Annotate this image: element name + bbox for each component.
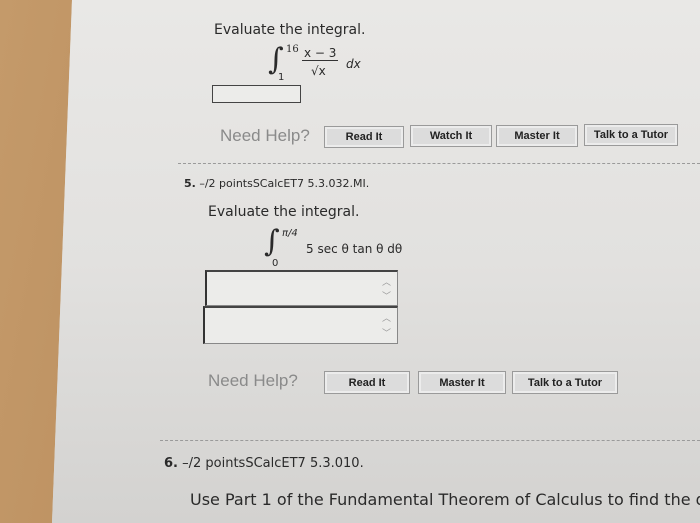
q5-header: 5. –/2 pointsSCalcET7 5.3.032.MI. <box>184 177 369 190</box>
q5-master-it-button[interactable]: Master It <box>418 371 506 394</box>
q4-talk-to-tutor-button[interactable]: Talk to a Tutor <box>584 124 678 146</box>
q5-answer-select-1[interactable]: ︿ ﹀ <box>205 270 398 306</box>
q4-watch-it-button[interactable]: Watch It <box>410 125 492 147</box>
q5-talk-to-tutor-button[interactable]: Talk to a Tutor <box>512 371 618 394</box>
q6-number: 6. <box>164 456 178 471</box>
q6-prompt: Use Part 1 of the Fundamental Theorem of… <box>190 490 700 509</box>
q5-points: –/2 pointsSCalcET7 5.3.032.MI. <box>199 177 370 190</box>
q6-header: 6. –/2 pointsSCalcET7 5.3.010. <box>164 456 364 471</box>
q5-number: 5. <box>184 177 196 190</box>
chevron-down-icon: ﹀ <box>381 329 391 339</box>
q4-need-help: Need Help? <box>220 126 310 145</box>
q4-differential: dx <box>346 57 361 71</box>
divider <box>160 440 700 441</box>
chevron-down-icon: ﹀ <box>381 292 391 302</box>
q4-upper-limit: 16 <box>286 44 299 55</box>
q5-lower-limit: 0 <box>272 258 279 269</box>
q4-prompt: Evaluate the integral. <box>214 22 366 38</box>
q6-points: –/2 pointsSCalcET7 5.3.010. <box>182 456 364 471</box>
q5-read-it-button[interactable]: Read It <box>324 371 410 394</box>
q5-integrand: 5 sec θ tan θ dθ <box>306 242 403 256</box>
integral-sign: ∫ <box>264 224 280 259</box>
chevron-up-icon: ︿ <box>381 314 391 324</box>
q4-lower-limit: 1 <box>278 72 285 83</box>
q4-numerator: x − 3 <box>302 46 339 61</box>
q4-read-it-button[interactable]: Read It <box>324 126 404 148</box>
q4-answer-input[interactable] <box>212 85 301 103</box>
q5-answer-select-2[interactable]: ︿ ﹀ <box>203 306 398 344</box>
divider <box>178 163 700 164</box>
chevron-up-icon: ︿ <box>381 278 391 288</box>
q4-denominator: √x <box>311 64 326 78</box>
printed-page <box>52 0 700 523</box>
q5-prompt: Evaluate the integral. <box>208 204 360 220</box>
q4-master-it-button[interactable]: Master It <box>496 125 578 147</box>
q5-need-help: Need Help? <box>208 371 298 390</box>
q5-upper-limit: π/4 <box>282 228 298 239</box>
